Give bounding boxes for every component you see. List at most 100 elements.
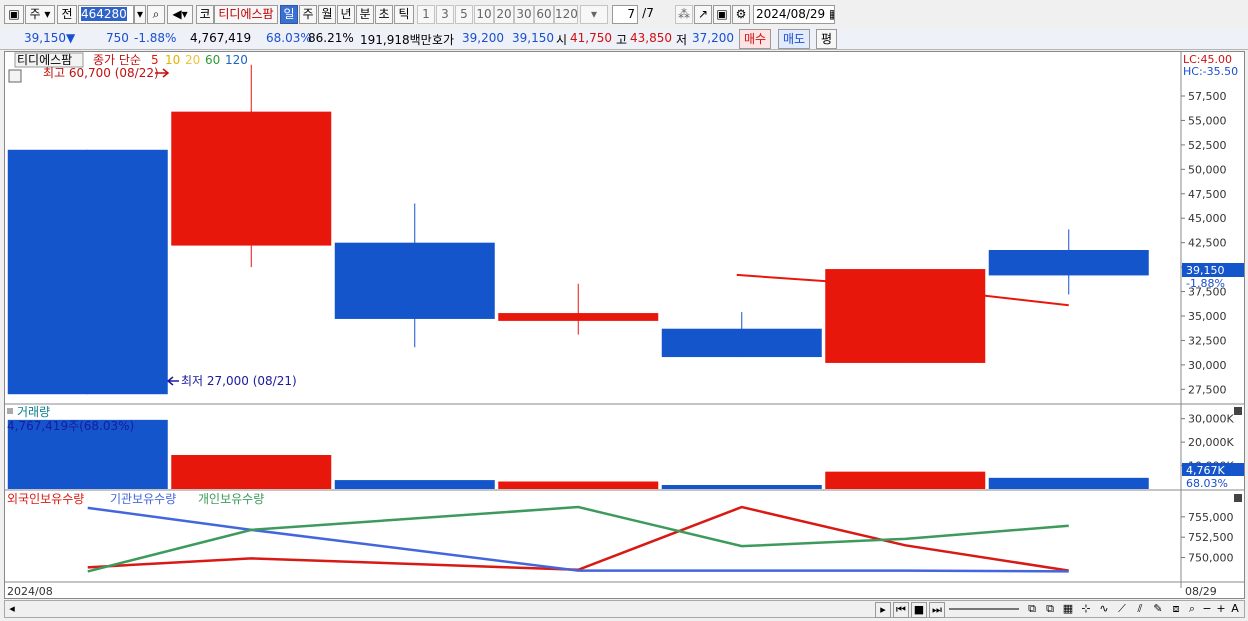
volume-bar[interactable]	[661, 485, 822, 489]
legend-ma-label[interactable]: 종가 단순	[93, 53, 141, 67]
interval-10[interactable]: 10	[474, 5, 494, 24]
candle-body[interactable]	[498, 313, 659, 321]
compare-icon[interactable]: ⁂	[675, 5, 693, 24]
zoom-in-icon[interactable]: +	[1215, 602, 1227, 616]
open-label: 시	[556, 33, 568, 47]
legend-ma-60[interactable]: 60	[205, 53, 220, 67]
holding-series-line[interactable]	[87, 506, 1069, 573]
board-select[interactable]: 전	[57, 5, 77, 24]
stop-icon[interactable]: ■	[911, 602, 927, 618]
layout-icon[interactable]: ▣	[4, 5, 24, 24]
sell-button[interactable]: 매도	[778, 29, 811, 49]
buy-button[interactable]: 매수	[739, 29, 772, 49]
interval-custom-select[interactable]: ▾	[580, 5, 608, 24]
price-change-pct: -1.88%	[134, 31, 177, 45]
period-week[interactable]: 주	[299, 5, 317, 24]
eval-button[interactable]: 평	[816, 29, 838, 49]
market-type-select[interactable]: 주 ▾	[25, 5, 55, 24]
stock-name[interactable]: 티디에스팜	[214, 5, 278, 24]
volume-current-label: 4,767K	[1186, 464, 1225, 477]
volume-bar[interactable]	[334, 480, 495, 489]
low-marker-label: 최저 27,000 (08/21)	[181, 374, 297, 388]
crosshair-icon[interactable]: ⊹	[1079, 602, 1093, 616]
line-icon[interactable]: ⟋	[1115, 602, 1129, 616]
first-icon[interactable]: ⏮	[893, 602, 909, 618]
save-icon[interactable]: ▣	[713, 5, 731, 24]
gear-icon[interactable]: ⚙	[732, 5, 750, 24]
interval-3[interactable]: 3	[436, 5, 454, 24]
price-panel[interactable]	[7, 64, 1149, 395]
price-tick-label: 47,500	[1188, 188, 1227, 201]
interval-120[interactable]: 120	[554, 5, 578, 24]
volume-title[interactable]: 거래량	[17, 405, 50, 419]
holding-panel[interactable]	[87, 505, 1069, 573]
holding-legend-institution[interactable]: 기관보유수량	[110, 492, 176, 506]
holding-series-line[interactable]	[87, 505, 1069, 572]
candle-body[interactable]	[171, 111, 332, 246]
draw-tool-icon[interactable]: ↗	[694, 5, 712, 24]
candle-body[interactable]	[661, 328, 822, 358]
interval-30[interactable]: 30	[514, 5, 534, 24]
legend-ma-20[interactable]: 20	[185, 53, 200, 67]
bid-price: 39,200	[462, 31, 504, 45]
holding-series-line[interactable]	[87, 505, 1069, 573]
period-tick[interactable]: 틱	[394, 5, 414, 24]
scroll-left-icon[interactable]: ◂	[7, 602, 17, 616]
candle-body[interactable]	[334, 242, 495, 319]
volume-value-label: 4,767,419주(68.03%)	[7, 419, 134, 433]
candle-body[interactable]	[988, 250, 1149, 276]
period-month[interactable]: 월	[318, 5, 336, 24]
chart-area[interactable]: 티디에스팜 종가 단순 5 10 20 60 120 최고 60,700 (08…	[4, 51, 1245, 599]
search-icon[interactable]: ⌕	[147, 5, 165, 24]
magnify-icon[interactable]: ⌕	[1185, 602, 1199, 616]
legend-ma-5[interactable]: 5	[151, 53, 159, 67]
volume-bar[interactable]	[825, 471, 986, 489]
date-input[interactable]: 2024/08/29 ▦	[753, 5, 835, 24]
period-day[interactable]: 일	[280, 5, 298, 24]
volume-bar[interactable]	[171, 455, 332, 489]
legend-ma-10[interactable]: 10	[165, 53, 180, 67]
interval-60[interactable]: 60	[534, 5, 554, 24]
grid-icon[interactable]: ▦	[1061, 602, 1075, 616]
volume-current-pct: 68.03%	[1186, 477, 1228, 490]
ask-price: 39,150	[512, 31, 554, 45]
volume-panel[interactable]	[7, 419, 1149, 490]
interval-20[interactable]: 20	[494, 5, 514, 24]
zoom-out-icon[interactable]: −	[1201, 602, 1213, 616]
volume-bar[interactable]	[498, 481, 659, 490]
auto-scale-icon[interactable]: A	[1229, 602, 1241, 616]
calendar-icon[interactable]: ▦	[829, 7, 834, 21]
holding-legend-foreign[interactable]: 외국인보유수량	[7, 492, 84, 506]
clone-icon[interactable]: ⧈	[1169, 602, 1183, 616]
holding-legend-individual[interactable]: 개인보유수량	[198, 492, 264, 506]
code-dropdown-icon[interactable]: ▾	[134, 5, 146, 24]
interval-5[interactable]: 5	[455, 5, 473, 24]
layout-split-icon[interactable]: ⧉	[1025, 602, 1039, 616]
legend-ma-120[interactable]: 120	[225, 53, 248, 67]
volume-bar[interactable]	[988, 477, 1149, 489]
last-icon[interactable]: ⏭	[929, 602, 945, 618]
volume-panel-close-icon[interactable]	[1234, 407, 1242, 415]
trend-icon[interactable]: ∿	[1097, 602, 1111, 616]
play-icon[interactable]: ▸	[875, 602, 891, 618]
hc-label: HC:-35.50	[1183, 65, 1238, 78]
table-icon[interactable]	[8, 69, 22, 83]
period-second[interactable]: 초	[375, 5, 393, 24]
scroll-bar[interactable]: ◂ ▸ ⏮ ■ ⏭ ⧉ ⧉ ▦ ⊹ ∿ ⟋ ⫽ ✎ ⧈ ⌕ − + A	[4, 600, 1245, 618]
code-input[interactable]: 464280	[78, 5, 134, 24]
candle-body[interactable]	[7, 149, 168, 395]
zoom-slider[interactable]	[949, 602, 1019, 616]
copy-icon[interactable]: ⧉	[1043, 602, 1057, 616]
interval-1[interactable]: 1	[417, 5, 435, 24]
period-year[interactable]: 년	[337, 5, 355, 24]
legend-stock-name[interactable]: 티디에스팜	[17, 53, 72, 67]
paint-icon[interactable]: ✎	[1151, 602, 1165, 616]
speaker-icon[interactable]: ◀▾	[167, 5, 193, 24]
period-minute[interactable]: 분	[356, 5, 374, 24]
page-count-input[interactable]: 7	[612, 5, 638, 24]
volume: 4,767,419	[190, 31, 252, 45]
holding-panel-close-icon[interactable]	[1234, 494, 1242, 502]
holding-tick-label: 755,000	[1188, 511, 1234, 524]
fib-icon[interactable]: ⫽	[1133, 602, 1147, 616]
chart-canvas[interactable]: 티디에스팜 종가 단순 5 10 20 60 120 최고 60,700 (08…	[5, 52, 1244, 598]
